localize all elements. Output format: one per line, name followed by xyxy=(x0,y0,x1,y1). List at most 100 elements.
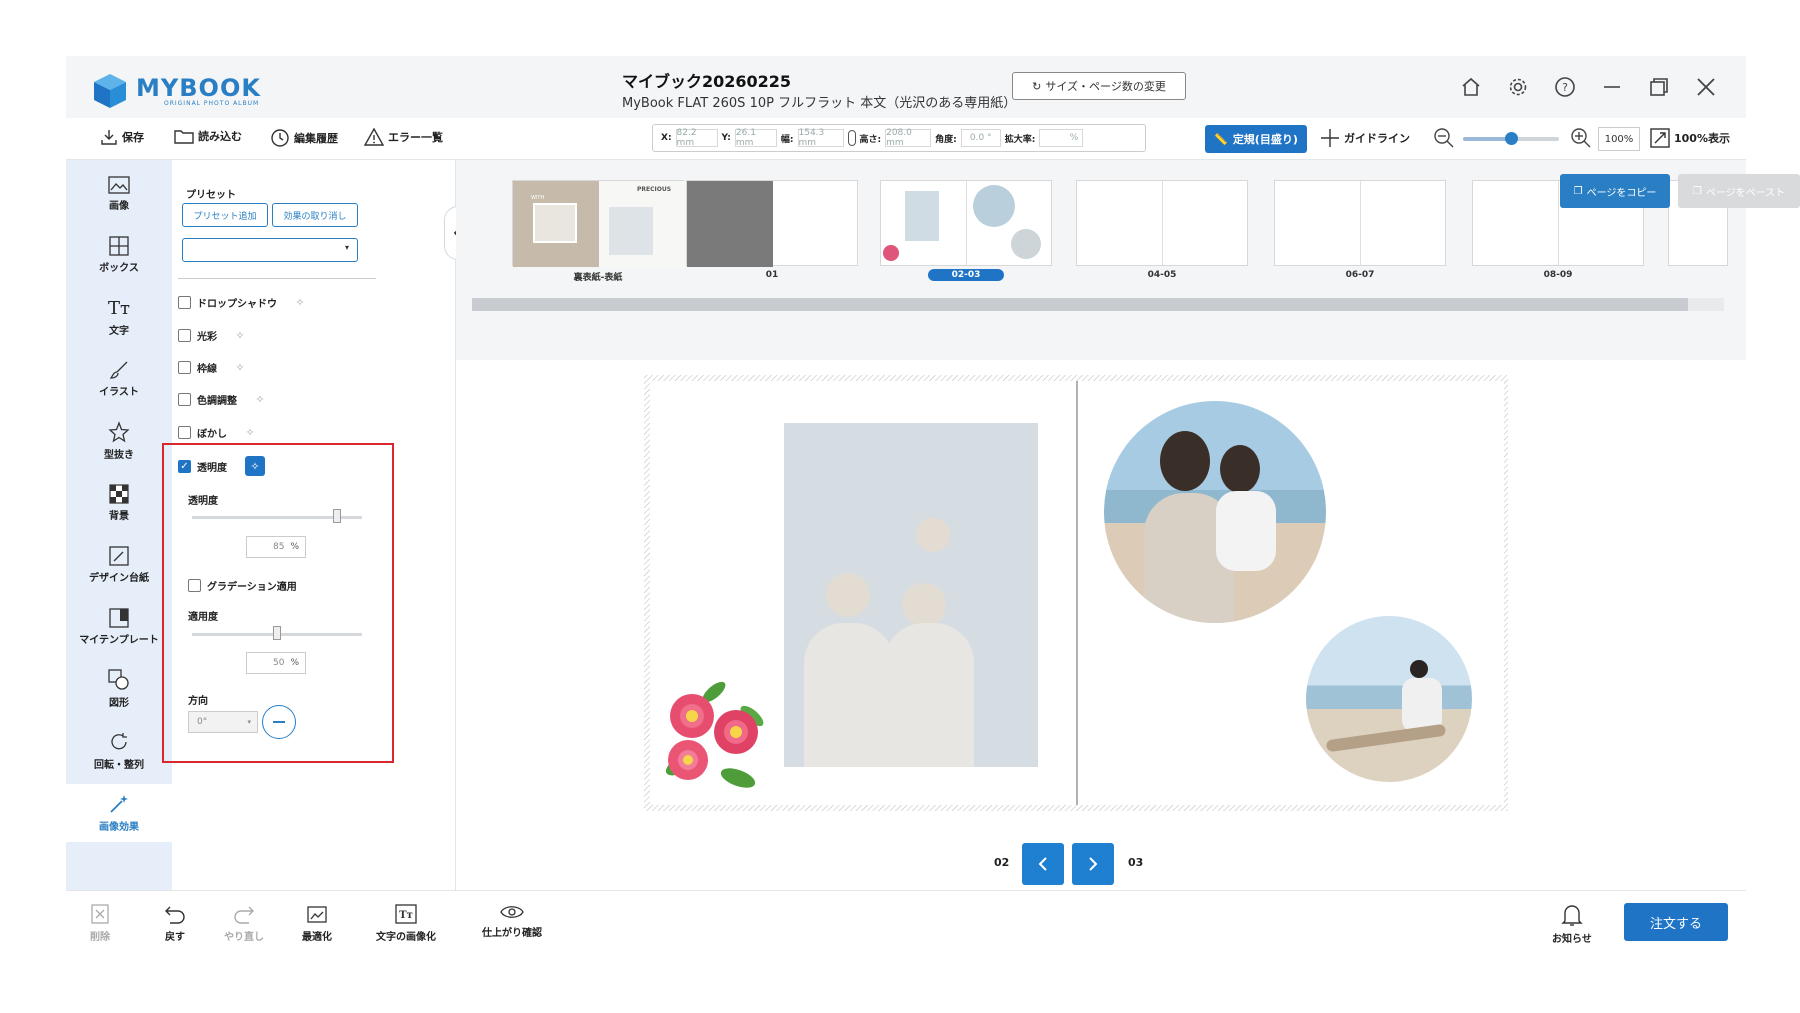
effect-blur[interactable]: ぼかし ✧ xyxy=(178,425,257,440)
preview-button[interactable]: 仕上がり確認 xyxy=(482,903,542,939)
copy-page-button[interactable]: ❐ ページをコピー xyxy=(1560,174,1670,208)
color-adjust-checkbox[interactable] xyxy=(178,393,191,406)
thumb-02-03[interactable] xyxy=(880,180,1052,266)
wand-icon[interactable]: ✧ xyxy=(243,426,257,440)
zoom-in-icon[interactable] xyxy=(1570,127,1592,149)
delete-button[interactable]: 削除 xyxy=(90,903,110,943)
direction-select[interactable]: 0° ▾ xyxy=(188,711,258,733)
nav-item-template[interactable]: マイテンプレート xyxy=(66,598,172,656)
effect-drop-shadow[interactable]: ドロップシャドウ ✧ xyxy=(178,295,307,310)
opacity-effect-label: 透明度 xyxy=(197,462,227,474)
nav-item-rotate[interactable]: 回転・整列 xyxy=(66,722,172,780)
gradient-toggle[interactable]: グラデーション適用 xyxy=(188,578,297,593)
errors-button[interactable]: エラー一覧 xyxy=(364,128,443,146)
nav-item-background[interactable]: 背景 xyxy=(66,474,172,532)
home-icon[interactable] xyxy=(1456,72,1486,102)
redo-button[interactable]: やり直し xyxy=(224,903,264,943)
nav-item-box[interactable]: ボックス xyxy=(66,226,172,284)
photo-child-dress xyxy=(1216,491,1276,571)
wand-icon[interactable]: ✧ xyxy=(293,296,307,310)
nav-item-image-effect[interactable]: 画像効果 xyxy=(66,784,172,842)
ruler-button[interactable]: 📏 定規(目盛り) xyxy=(1205,125,1307,153)
link-icon[interactable] xyxy=(847,130,856,146)
opacity-value-field[interactable]: 85 % xyxy=(246,536,306,558)
opacity-label: 透明度 xyxy=(188,496,218,507)
bell-icon xyxy=(1561,905,1583,926)
preset-add-button[interactable]: プリセット追加 xyxy=(182,203,268,227)
undo-button[interactable]: 戻す xyxy=(164,903,186,943)
circle-photo-mother-child[interactable] xyxy=(1104,401,1326,623)
guideline-label: ガイドライン xyxy=(1344,132,1410,145)
nav-item-text[interactable]: Tт 文字 xyxy=(66,288,172,346)
opacity-slider-knob[interactable] xyxy=(332,509,341,523)
wand-icon[interactable]: ✧ xyxy=(253,393,267,407)
scale-field[interactable]: % xyxy=(1039,129,1084,147)
nav-item-design[interactable]: デザイン台紙 xyxy=(66,536,172,594)
zoom-out-icon[interactable] xyxy=(1433,127,1455,149)
prev-page-button[interactable] xyxy=(1022,843,1064,885)
glow-checkbox[interactable] xyxy=(178,329,191,342)
border-checkbox[interactable] xyxy=(178,361,191,374)
undo-effect-button[interactable]: 効果の取り消し xyxy=(272,203,358,227)
thumb-label-cover: 裏表紙-表紙 xyxy=(573,273,623,283)
preset-select[interactable]: ▾ xyxy=(182,238,358,262)
opacity-checkbox[interactable]: ✓ xyxy=(178,459,191,473)
camellia-illustration[interactable] xyxy=(652,680,770,796)
optimize-button[interactable]: 最適化 xyxy=(302,903,332,943)
cover-text-with: WITH xyxy=(531,195,545,201)
minimize-icon[interactable] xyxy=(1597,72,1627,102)
thumb-cover[interactable]: WITH PRECIOUS xyxy=(512,180,685,267)
nav-item-cutout[interactable]: 型抜き xyxy=(66,412,172,470)
nav-item-shape[interactable]: 図形 xyxy=(66,660,172,718)
load-button[interactable]: 読み込む xyxy=(174,128,242,144)
nav-item-image[interactable]: 画像 xyxy=(66,164,172,222)
faded-family-photo[interactable] xyxy=(784,423,1038,767)
direction-dial[interactable] xyxy=(262,705,296,739)
zoom-percent-field[interactable]: 100% xyxy=(1598,127,1640,151)
wand-icon[interactable]: ✧ xyxy=(233,329,247,343)
size-change-button[interactable]: ↻ サイズ・ページ数の変更 xyxy=(1012,72,1186,100)
nav-item-illust[interactable]: イラスト xyxy=(66,350,172,408)
circle-photo-father-child[interactable] xyxy=(1306,616,1472,782)
main-toolbar: 保存 読み込む 編集履歴 エラー一覧 X: 82.2 mm Y: 26.1 mm… xyxy=(66,118,1746,160)
restore-icon[interactable] xyxy=(1644,72,1674,102)
text-to-image-button[interactable]: Tт 文字の画像化 xyxy=(376,903,436,943)
effect-color-adjust[interactable]: 色調調整 ✧ xyxy=(178,392,267,407)
angle-field[interactable]: 0.0 ° xyxy=(960,129,1001,147)
thumb-01[interactable] xyxy=(686,180,858,267)
gradient-checkbox[interactable] xyxy=(188,579,201,592)
thumb-scrollbar-thumb[interactable] xyxy=(472,298,1688,311)
effect-glow[interactable]: 光彩 ✧ xyxy=(178,328,247,343)
thumb-06-07[interactable] xyxy=(1274,180,1446,266)
order-button[interactable]: 注文する xyxy=(1624,903,1728,941)
wand-icon[interactable]: ✧ xyxy=(233,361,247,375)
guideline-button[interactable]: ガイドライン xyxy=(1320,128,1410,148)
x-field[interactable]: 82.2 mm xyxy=(675,128,718,148)
zoom-slider-knob[interactable] xyxy=(1505,132,1518,145)
help-icon[interactable]: ? xyxy=(1550,72,1580,102)
effect-opacity[interactable]: ✓ 透明度 ✧ xyxy=(178,456,265,476)
drop-shadow-checkbox[interactable] xyxy=(178,296,191,309)
wand-icon[interactable]: ✧ xyxy=(245,456,265,476)
blur-checkbox[interactable] xyxy=(178,426,191,439)
zoom-100-button[interactable]: 100%表示 xyxy=(1650,128,1730,148)
apply-slider-knob[interactable] xyxy=(273,626,281,640)
close-icon[interactable] xyxy=(1691,72,1721,102)
coordinates-box: X: 82.2 mm Y: 26.1 mm 幅: 154.3 mm 高さ: 20… xyxy=(652,124,1146,152)
thumb-04-05[interactable] xyxy=(1076,180,1248,266)
paste-page-button[interactable]: ❐ ページをペースト xyxy=(1678,174,1800,208)
effect-border[interactable]: 枠線 ✧ xyxy=(178,360,247,375)
apply-value-field[interactable]: 50 % xyxy=(246,652,306,674)
height-field[interactable]: 208.0 mm xyxy=(885,128,932,148)
next-page-button[interactable] xyxy=(1072,843,1114,885)
save-button[interactable]: 保存 xyxy=(100,128,144,146)
notice-button[interactable]: お知らせ xyxy=(1552,903,1592,945)
paste-page-label: ページをペースト xyxy=(1705,187,1786,199)
y-label: Y: xyxy=(721,133,731,143)
optimize-icon xyxy=(307,906,327,923)
y-field[interactable]: 26.1 mm xyxy=(734,128,777,148)
gear-icon[interactable] xyxy=(1503,72,1533,102)
history-button[interactable]: 編集履歴 xyxy=(270,128,338,148)
thumb-scrollbar[interactable] xyxy=(472,298,1724,311)
width-field[interactable]: 154.3 mm xyxy=(797,128,844,148)
